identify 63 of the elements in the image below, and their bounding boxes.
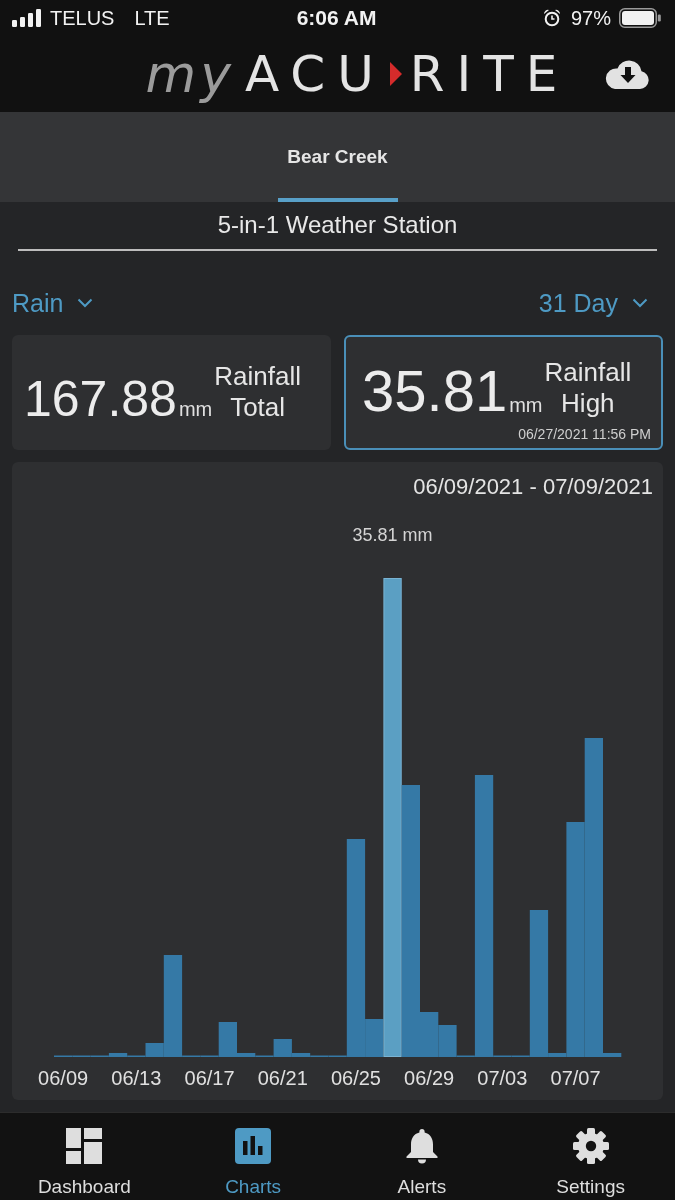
dashboard-icon [66,1128,103,1164]
axis-date-label: 06/25 [330,1067,381,1089]
nav-item[interactable]: Dashboard [24,1113,145,1200]
summary-card[interactable]: 35.81 mm Rainfall High 06/27/2021 11:56 PM [344,335,663,450]
rain-bar[interactable] [108,1053,128,1057]
cloud-download-icon [605,59,649,89]
peak-value-label: 35.81 mm [352,525,433,545]
location-tab[interactable]: Bear Creek [277,112,398,202]
axis-date-label: 06/17 [184,1067,235,1089]
rain-bar[interactable] [346,839,366,1057]
axis-date-label: 06/21 [257,1067,308,1089]
rain-bar[interactable] [529,910,549,1057]
rain-bar[interactable] [584,738,603,1057]
logo-prefix: my [145,45,235,103]
rain-bar[interactable] [474,775,494,1057]
nav-item[interactable]: Settings [530,1113,651,1200]
bar-chart-icon [235,1128,272,1164]
date-range: 06/09/2021 - 07/09/2021 [413,474,653,500]
nav-item[interactable]: Alerts [361,1113,482,1200]
triangle-icon [389,62,402,86]
network-type: LTE [134,6,170,30]
download-button[interactable] [605,59,649,89]
unit-label: mm [509,395,543,418]
chevron-down-icon [77,298,94,308]
rain-bar[interactable] [438,1025,457,1057]
station-title: 5-in-1 Weather Station [217,211,458,239]
reading-value: 167.88 [24,374,177,424]
period-dropdown[interactable]: 31 Day [538,288,648,318]
reading-value: 35.81 [362,362,508,420]
logo-text: RITE [409,46,570,102]
rain-bar[interactable] [365,1019,384,1057]
rain-bar[interactable] [548,1053,567,1057]
axis-date-label: 06/29 [404,1067,455,1089]
rain-bar[interactable] [273,1039,292,1057]
reading-label: Rainfall Total [214,361,301,424]
axis-date-label: 06/13 [111,1067,162,1089]
logo-text: ACU [245,46,386,102]
battery-icon [619,8,661,28]
rain-bar[interactable] [218,1022,237,1057]
rain-bar[interactable] [603,1053,622,1057]
carrier-name: TELUS [50,6,115,30]
measure-dropdown[interactable]: Rain [12,288,94,318]
rain-bar[interactable] [163,955,183,1057]
highlighted-rain-bar[interactable] [383,578,402,1057]
unit-label: mm [178,399,213,422]
axis-date-label: 06/09 [38,1067,89,1089]
signal-icon [12,9,42,27]
nav-item[interactable]: Charts [193,1113,314,1200]
summary-card[interactable]: 167.88 mm Rainfall Total [12,335,331,450]
rain-bar[interactable] [237,1053,256,1057]
reading-label: Rainfall High [544,357,632,420]
status-time: 6:06 AM [296,6,377,30]
settings-icon [572,1128,609,1164]
battery-percent: 97% [570,6,611,30]
rain-bar[interactable] [566,822,585,1057]
timestamp: 06/27/2021 11:56 PM [518,426,651,442]
chevron-down-icon [632,298,648,308]
axis-date-label: 07/03 [477,1067,528,1089]
rain-bar[interactable] [145,1043,164,1057]
axis-date-label: 07/07 [550,1067,601,1089]
rain-bar[interactable] [291,1053,311,1057]
alarm-clock-icon [542,9,561,27]
rain-bar[interactable] [420,1012,439,1057]
